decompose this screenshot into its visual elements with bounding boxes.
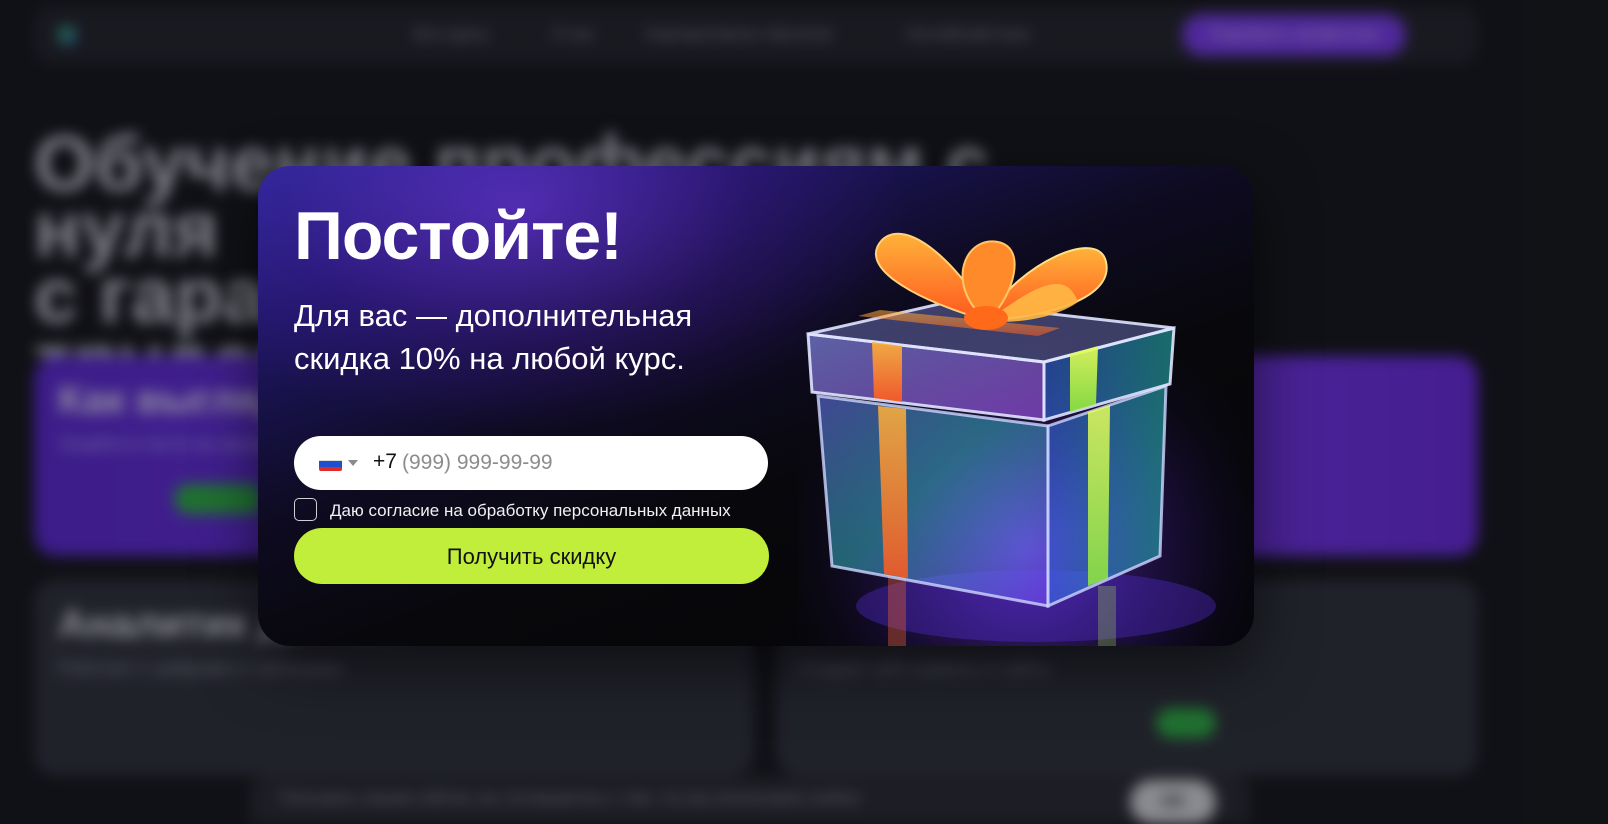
gift-box-illustration	[798, 206, 1254, 646]
modal-subtitle: Для вас — дополнительная скидка 10% на л…	[294, 298, 693, 376]
ru-flag-icon[interactable]	[319, 455, 342, 471]
consent-label[interactable]: Даю согласие на обработку персональных д…	[330, 501, 731, 521]
phone-field[interactable]: +7	[294, 436, 768, 490]
get-discount-button[interactable]: Получить скидку	[294, 528, 769, 584]
consent-checkbox[interactable]	[294, 498, 317, 521]
phone-input[interactable]	[402, 444, 742, 482]
modal-title: Постойте!	[294, 198, 623, 274]
chevron-down-icon[interactable]	[348, 460, 358, 466]
phone-country-code: +7	[373, 450, 397, 473]
discount-modal: Постойте! Для вас — дополнительная скидк…	[258, 166, 1254, 646]
